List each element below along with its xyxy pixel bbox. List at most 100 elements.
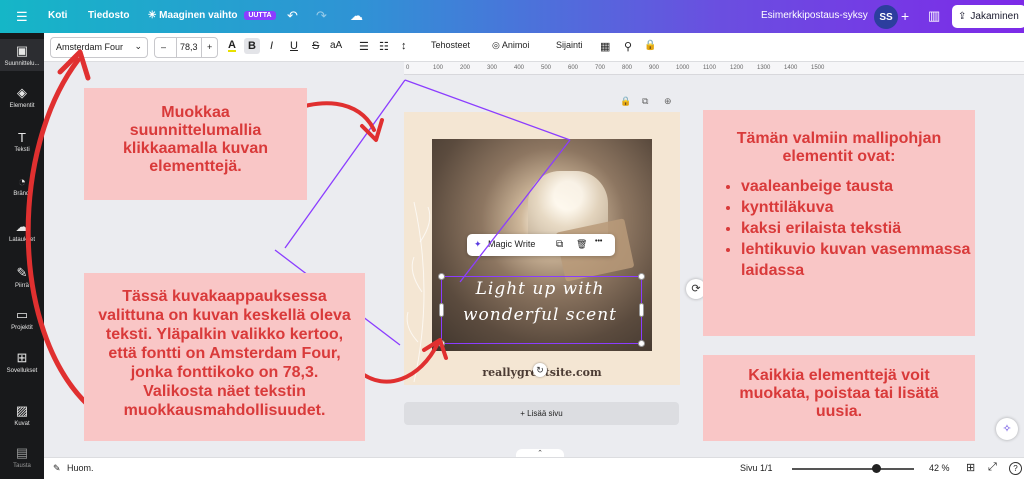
lock-page-icon[interactable]: 🔒 bbox=[620, 96, 631, 107]
resize-handle[interactable] bbox=[638, 273, 645, 280]
page-indicator[interactable]: Sivu 1/1 bbox=[740, 463, 773, 473]
increase-size-button[interactable]: + bbox=[207, 42, 212, 52]
effects-button[interactable]: Tehosteet bbox=[431, 40, 470, 50]
notes-button[interactable]: Huom. bbox=[67, 463, 94, 473]
underline-button[interactable]: U bbox=[290, 40, 298, 52]
grid-view-icon[interactable]: ⊞ bbox=[966, 461, 975, 474]
top-bar: ☰ Koti Tiedosto ✳ Maaginen vaihto UUTTA … bbox=[0, 0, 1024, 33]
list-item: kaksi erilaista tekstiä bbox=[741, 218, 975, 239]
zoom-slider-handle[interactable] bbox=[872, 464, 882, 473]
sparkle-icon: ✳ bbox=[148, 10, 157, 21]
ruler-tick: 1300 bbox=[757, 65, 771, 71]
magic-switch-button[interactable]: ✳ Maaginen vaihto UUTTA bbox=[148, 10, 276, 21]
list-item: lehtikuvio kuvan vasemmassa laidassa bbox=[741, 239, 975, 281]
list-item: kynttiläkuva bbox=[741, 197, 975, 218]
redo-icon[interactable]: ↷ bbox=[316, 8, 327, 24]
duplicate-page-icon[interactable]: ⧉ bbox=[642, 96, 648, 107]
background-icon: ▤ bbox=[15, 445, 29, 460]
ruler-tick: 500 bbox=[541, 65, 552, 71]
align-icon[interactable]: ☰ bbox=[359, 40, 369, 53]
bold-button[interactable]: B bbox=[244, 38, 260, 54]
list-icon[interactable]: ☷ bbox=[379, 40, 389, 53]
sidebar-item-label: Brändi bbox=[13, 191, 31, 197]
avatar[interactable]: SS bbox=[874, 5, 898, 29]
upload-icon: ☁ bbox=[15, 219, 29, 234]
sidebar-item-label: Tausta bbox=[13, 463, 31, 469]
resize-handle[interactable] bbox=[438, 273, 445, 280]
lock-icon[interactable]: 🔒 bbox=[644, 40, 656, 51]
note-bottom-left: Tässä kuvakaappauksessa valittuna on kuv… bbox=[84, 273, 365, 441]
note-top-left: Muokkaa suunnittelumallia klikkaamalla k… bbox=[84, 88, 307, 200]
file-menu[interactable]: Tiedosto bbox=[88, 10, 129, 21]
menu-icon[interactable]: ☰ bbox=[16, 9, 28, 25]
notes-icon[interactable]: ✎ bbox=[53, 463, 61, 474]
draw-icon: ✎ bbox=[16, 265, 28, 280]
copy-style-icon[interactable]: ⚲ bbox=[624, 40, 632, 53]
italic-button[interactable]: I bbox=[270, 40, 273, 52]
sidebar-item-photos[interactable]: ▨ Kuvat bbox=[0, 403, 44, 427]
magic-write-icon: ✦ bbox=[474, 239, 482, 249]
sidebar-item-draw[interactable]: ✎ Piirrä bbox=[0, 265, 44, 289]
rotate-icon[interactable]: ↻ bbox=[533, 363, 547, 377]
delete-icon[interactable]: 🗑 bbox=[576, 239, 587, 250]
magic-assistant-icon[interactable]: ✧ bbox=[996, 418, 1018, 440]
resize-handle[interactable] bbox=[438, 340, 445, 347]
text-color-icon[interactable]: A bbox=[228, 40, 236, 52]
sidebar-item-apps[interactable]: ⊞ Sovellukset bbox=[0, 350, 44, 374]
font-size-input[interactable]: 78,3 bbox=[176, 38, 202, 57]
animate-icon: ◎ bbox=[492, 40, 500, 50]
format-toolbar: Amsterdam Four ⌄ – 78,3 + A B I U S aA ☰… bbox=[44, 33, 1024, 62]
home-link[interactable]: Koti bbox=[48, 10, 67, 21]
more-icon[interactable]: ••• bbox=[595, 238, 602, 245]
red-arrowhead bbox=[360, 118, 384, 142]
undo-icon[interactable]: ↶ bbox=[287, 8, 298, 24]
text-selection-box[interactable] bbox=[441, 276, 642, 344]
sidebar-item-elements[interactable]: ◈ Elementit bbox=[0, 85, 44, 109]
magic-write-button[interactable]: Magic Write bbox=[488, 239, 535, 249]
bottom-bar: ✎ Huom. Sivu 1/1 42 % ⊞ ⤢ ? bbox=[44, 457, 1024, 479]
sidebar-item-background[interactable]: ▤ Tausta bbox=[0, 445, 44, 469]
ruler-tick: 1100 bbox=[703, 65, 716, 71]
font-family-select[interactable]: Amsterdam Four ⌄ bbox=[50, 37, 148, 58]
ruler-tick: 1500 bbox=[811, 65, 825, 71]
zoom-level[interactable]: 42 % bbox=[929, 463, 950, 473]
side-handle[interactable] bbox=[439, 303, 444, 317]
horizontal-ruler: 0 100 200 300 400 500 600 700 800 900 1000 1100 1200… bbox=[404, 62, 1024, 75]
sidebar-item-projects[interactable]: ▭ Projektit bbox=[0, 307, 44, 331]
zoom-slider[interactable] bbox=[792, 468, 914, 470]
sidebar-item-design[interactable]: ▣ Suunnittelu... bbox=[0, 39, 44, 71]
resize-handle[interactable] bbox=[638, 340, 645, 347]
add-collaborator-icon[interactable]: + bbox=[901, 8, 909, 24]
copy-icon[interactable]: ⧉ bbox=[556, 239, 563, 250]
cloud-save-icon[interactable]: ☁ bbox=[350, 8, 363, 24]
font-size-stepper[interactable]: – 78,3 + bbox=[154, 37, 218, 58]
ruler-tick: 1200 bbox=[730, 65, 744, 71]
transparency-icon[interactable]: ▦ bbox=[600, 40, 610, 53]
add-page-icon[interactable]: ⊕ bbox=[664, 96, 672, 107]
sidebar-item-brand[interactable]: ◔ Brändi bbox=[0, 174, 44, 197]
help-icon[interactable]: ? bbox=[1009, 462, 1022, 475]
add-page-button[interactable]: + Lisää sivu bbox=[404, 402, 679, 425]
sidebar-item-label: Piirrä bbox=[14, 283, 29, 289]
sidebar-item-uploads[interactable]: ☁ Lataukset bbox=[0, 219, 44, 243]
magic-switch-label: Maaginen vaihto bbox=[159, 10, 238, 21]
stats-icon[interactable]: ▥ bbox=[928, 8, 940, 24]
text-case-button[interactable]: aA bbox=[330, 40, 342, 51]
spacing-icon[interactable]: ↕ bbox=[401, 40, 407, 52]
position-button[interactable]: Sijainti bbox=[556, 40, 583, 50]
decrease-size-button[interactable]: – bbox=[161, 42, 166, 52]
fullscreen-icon[interactable]: ⤢ bbox=[988, 461, 997, 474]
note-bottom-right: Kaikkia elementtejä voit muokata, poista… bbox=[703, 355, 975, 441]
design-icon: ▣ bbox=[15, 43, 29, 58]
animate-button[interactable]: ◎ Animoi bbox=[492, 40, 529, 51]
side-handle[interactable] bbox=[639, 303, 644, 317]
project-title[interactable]: Esimerkkipostaus-syksy bbox=[761, 10, 868, 21]
strikethrough-button[interactable]: S bbox=[312, 40, 319, 52]
sidebar-item-text[interactable]: T Teksti bbox=[0, 130, 44, 153]
floating-toolbar: ✦ Magic Write ⧉ 🗑 ••• bbox=[467, 234, 615, 256]
font-family-value: Amsterdam Four bbox=[56, 42, 124, 52]
share-button[interactable]: ⇪ Jakaminen bbox=[952, 5, 1024, 28]
sidebar-item-label: Projektit bbox=[11, 325, 33, 331]
animate-label: Animoi bbox=[501, 40, 530, 50]
sidebar-item-label: Lataukset bbox=[8, 237, 36, 243]
